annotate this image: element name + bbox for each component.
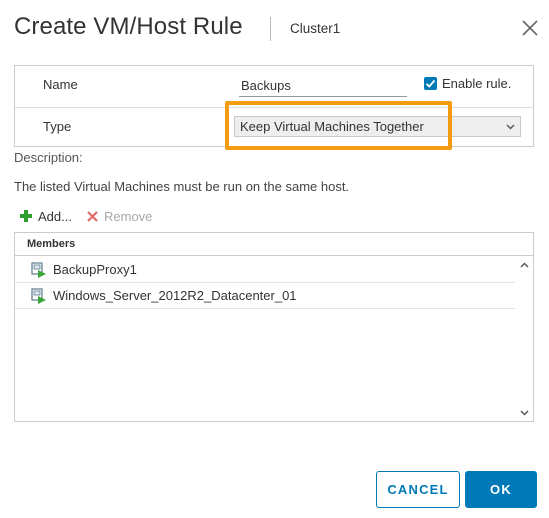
row-divider — [15, 107, 533, 108]
description-text: The listed Virtual Machines must be run … — [14, 179, 350, 194]
name-input[interactable] — [239, 74, 407, 97]
remove-label: Remove — [104, 208, 153, 224]
type-select[interactable]: Keep Virtual Machines Together — [234, 116, 521, 137]
close-button[interactable] — [519, 17, 541, 39]
type-label: Type — [43, 119, 72, 134]
rule-properties: Name Enable rule. Type Keep Virtual Mach… — [14, 65, 534, 147]
chevron-up-icon[interactable] — [520, 261, 529, 270]
members-header: Members — [15, 233, 533, 256]
chevron-down-icon — [506, 124, 515, 130]
cancel-button[interactable]: CANCEL — [376, 471, 460, 508]
enable-rule-label: Enable rule. — [442, 76, 512, 91]
scrollbar[interactable] — [516, 257, 533, 421]
list-item[interactable]: BackupProxy1 — [15, 257, 515, 283]
member-name: BackupProxy1 — [53, 262, 137, 277]
remove-button: Remove — [86, 208, 152, 224]
ok-button[interactable]: OK — [465, 471, 537, 508]
x-icon — [87, 210, 98, 222]
name-label: Name — [43, 77, 78, 92]
add-label: Add... — [38, 208, 72, 224]
add-button[interactable]: Add... — [19, 208, 72, 224]
title-divider — [270, 17, 271, 41]
dialog-title: Create VM/Host Rule — [14, 13, 243, 40]
checkmark-icon — [425, 79, 436, 88]
enable-rule-checkbox[interactable] — [424, 77, 437, 90]
vm-icon — [31, 261, 46, 278]
type-select-value: Keep Virtual Machines Together — [240, 119, 424, 134]
cluster-name: Cluster1 — [290, 21, 341, 36]
list-item[interactable]: Windows_Server_2012R2_Datacenter_01 — [15, 283, 515, 309]
chevron-down-icon[interactable] — [520, 408, 529, 417]
close-icon — [522, 20, 538, 36]
vm-icon — [31, 287, 46, 304]
plus-icon — [20, 210, 32, 222]
member-name: Windows_Server_2012R2_Datacenter_01 — [53, 288, 297, 303]
description-label: Description: — [14, 150, 83, 165]
members-list: Members BackupProxy1 Windows_Server_2012… — [14, 232, 534, 422]
